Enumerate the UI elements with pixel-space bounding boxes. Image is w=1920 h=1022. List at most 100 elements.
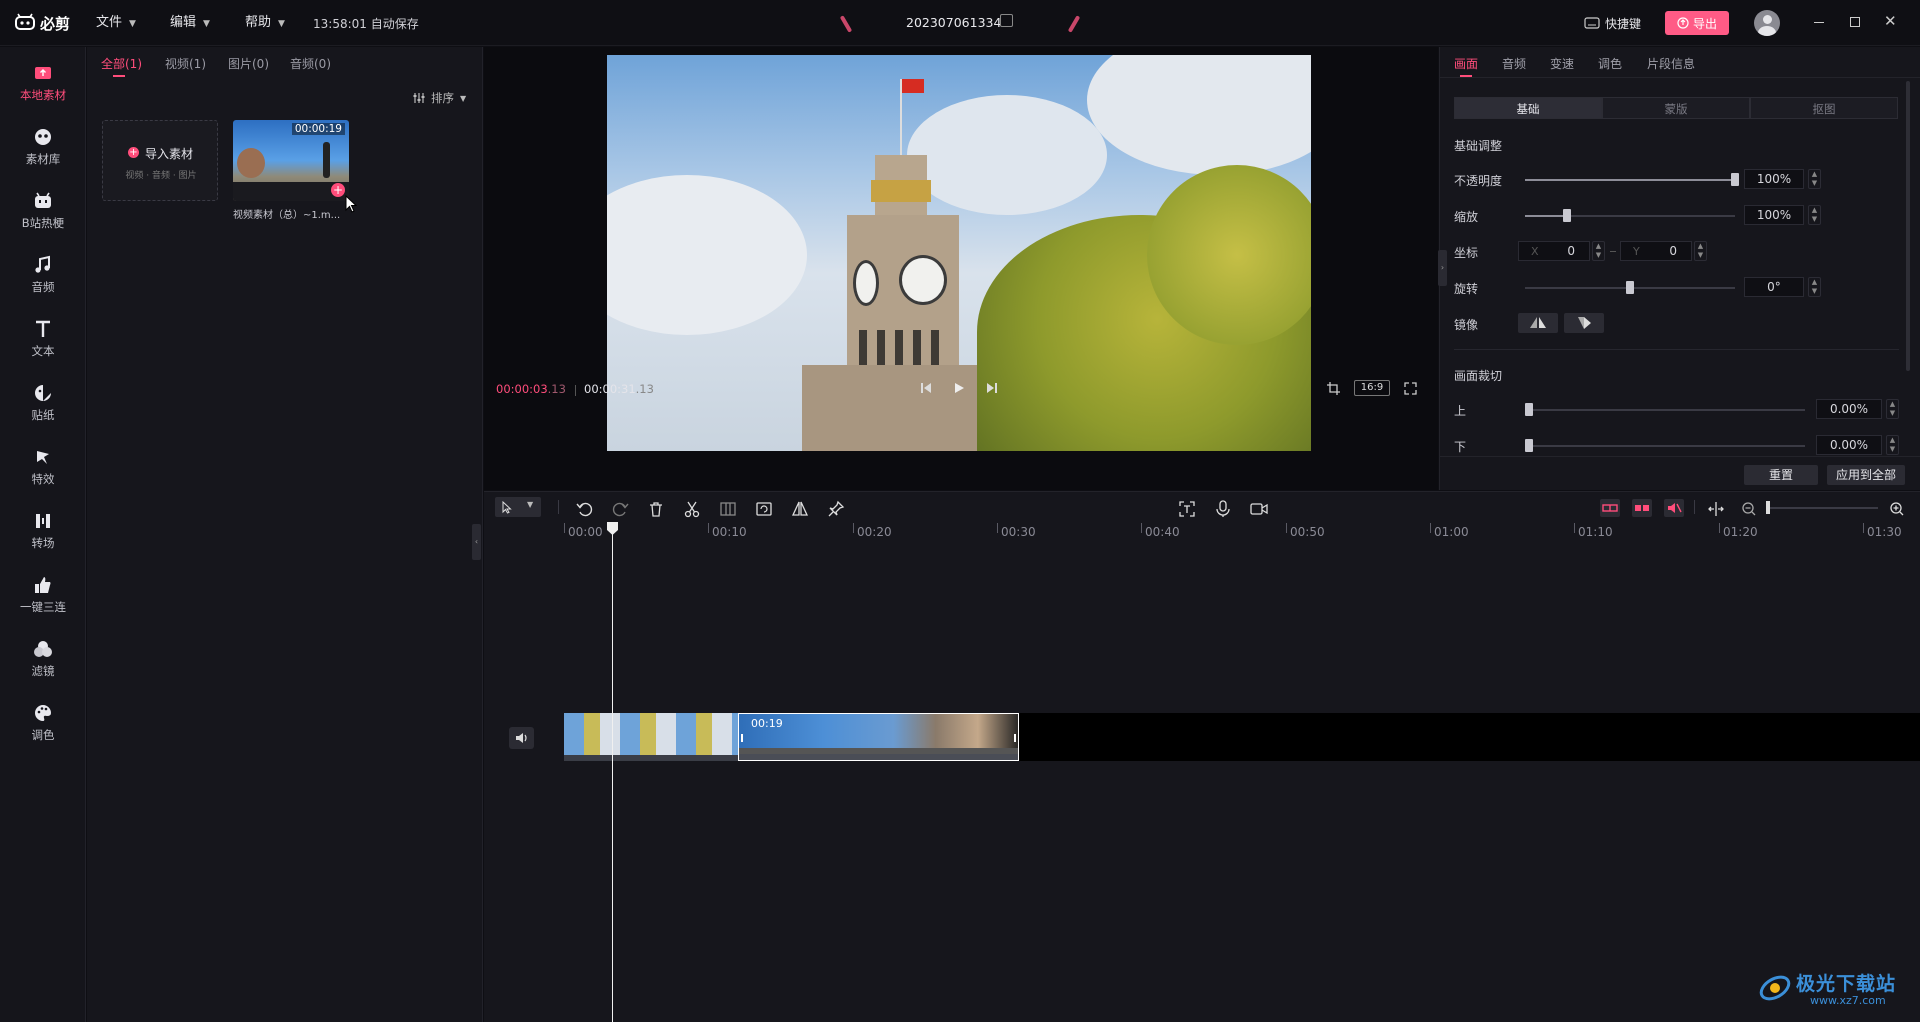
rotate-slider-handle[interactable]	[1626, 281, 1634, 294]
timeline-ruler[interactable]: 00:00 00:10 00:20 00:30 00:40 00:50 01:0…	[484, 521, 1920, 539]
zoom-slider[interactable]	[1766, 501, 1878, 514]
sidebar-item-bilibili[interactable]: B站热梗	[0, 185, 86, 245]
freeze-frame-icon[interactable]	[718, 499, 738, 519]
sidebar-item-effects[interactable]: 特效	[0, 441, 86, 501]
sidebar-item-triple[interactable]: 一键三连	[0, 569, 86, 629]
opacity-stepper[interactable]: ▲ ▼	[1808, 169, 1821, 189]
tab-clip-info[interactable]: 片段信息	[1647, 55, 1695, 72]
auto-caption-icon[interactable]	[1177, 499, 1197, 519]
zoom-out-icon[interactable]	[1739, 499, 1759, 519]
scale-slider-handle[interactable]	[1563, 209, 1571, 222]
scale-stepper[interactable]: ▲ ▼	[1808, 205, 1821, 225]
delete-icon[interactable]	[646, 499, 666, 519]
crop-top-slider[interactable]	[1525, 403, 1805, 416]
menu-help[interactable]: 帮助 ▼	[245, 0, 285, 46]
sidebar-item-audio[interactable]: 音频	[0, 249, 86, 309]
fit-timeline-icon[interactable]	[1706, 499, 1726, 519]
zoom-slider-handle[interactable]	[1766, 501, 1770, 514]
rotate-stepper[interactable]: ▲ ▼	[1808, 277, 1821, 297]
audio-link-button[interactable]	[1664, 499, 1684, 517]
pin-icon[interactable]	[826, 499, 846, 519]
scale-slider[interactable]	[1525, 209, 1735, 222]
crop-top-stepper[interactable]: ▲ ▼	[1886, 399, 1899, 419]
apply-all-button[interactable]: 应用到全部	[1827, 465, 1905, 485]
tab-speed[interactable]: 变速	[1550, 55, 1574, 72]
tab-image[interactable]: 图片(0)	[228, 55, 269, 72]
collapse-properties-handle[interactable]: ›	[1438, 250, 1447, 286]
sidebar-item-text[interactable]: 文本	[0, 313, 86, 373]
reset-button[interactable]: 重置	[1744, 465, 1818, 485]
tab-audio[interactable]: 音频(0)	[290, 55, 331, 72]
avatar[interactable]	[1754, 10, 1780, 36]
snap-button[interactable]	[1632, 499, 1652, 517]
tab-audio-props[interactable]: 音频	[1502, 55, 1526, 72]
crop-bottom-stepper[interactable]: ▲ ▼	[1886, 435, 1899, 455]
main-track-magnet-button[interactable]	[1600, 499, 1620, 517]
tab-color-grade[interactable]: 调色	[1598, 55, 1622, 72]
aspect-ratio-button[interactable]: 16:9	[1354, 380, 1390, 396]
mirror-horizontal-button[interactable]	[1518, 313, 1558, 333]
scale-value[interactable]: 100%	[1744, 205, 1804, 225]
x-field[interactable]: X 0	[1518, 241, 1590, 261]
y-field[interactable]: Y 0	[1620, 241, 1692, 261]
track-clip-2-selected[interactable]: 00:19	[738, 713, 1019, 761]
clip-left-trim-handle[interactable]	[741, 734, 743, 742]
redo-icon[interactable]	[610, 499, 630, 519]
track-mute-button[interactable]	[509, 727, 534, 749]
menu-edit[interactable]: 编辑 ▼	[170, 0, 210, 46]
zoom-in-icon[interactable]	[1887, 499, 1907, 519]
reverse-icon[interactable]	[754, 499, 774, 519]
split-icon[interactable]	[682, 499, 702, 519]
select-tool-button[interactable]: ▼	[495, 497, 541, 517]
rename-icon[interactable]	[1000, 14, 1013, 27]
sidebar-item-color[interactable]: 调色	[0, 697, 86, 757]
maximize-button[interactable]	[1850, 17, 1860, 27]
microphone-icon[interactable]	[1213, 499, 1233, 519]
crop-bottom-slider-handle[interactable]	[1525, 439, 1533, 452]
camera-record-icon[interactable]	[1249, 499, 1269, 519]
minimize-button[interactable]	[1814, 22, 1824, 23]
rotate-slider[interactable]	[1525, 281, 1735, 294]
track-clip-1[interactable]	[564, 713, 738, 761]
tab-picture[interactable]: 画面	[1454, 55, 1478, 72]
y-stepper[interactable]: ▲ ▼	[1694, 241, 1707, 261]
opacity-slider-handle[interactable]	[1731, 173, 1739, 186]
rotate-value[interactable]: 0°	[1744, 277, 1804, 297]
playhead-handle[interactable]	[607, 522, 618, 535]
segment-cutout[interactable]: 抠图	[1750, 97, 1898, 119]
sidebar-item-library[interactable]: 素材库	[0, 121, 86, 181]
tab-video[interactable]: 视频(1)	[165, 55, 206, 72]
media-clip-card[interactable]: 00:00:19 +	[233, 120, 349, 201]
x-stepper[interactable]: ▲ ▼	[1592, 241, 1605, 261]
sidebar-item-sticker[interactable]: 贴纸	[0, 377, 86, 437]
mirror-vertical-button[interactable]	[1564, 313, 1604, 333]
sidebar-item-local-media[interactable]: 本地素材	[0, 57, 86, 117]
mirror-tool-icon[interactable]	[790, 499, 810, 519]
play-icon[interactable]	[953, 382, 965, 394]
sidebar-item-transition[interactable]: 转场	[0, 505, 86, 565]
opacity-slider[interactable]	[1525, 173, 1739, 186]
crop-top-value[interactable]: 0.00%	[1816, 399, 1882, 419]
tab-all[interactable]: 全部(1)	[101, 55, 142, 72]
clip-right-trim-handle[interactable]	[1014, 734, 1016, 742]
import-media-button[interactable]: + 导入素材 视频 · 音频 · 图片	[102, 120, 218, 201]
undo-icon[interactable]	[575, 499, 595, 519]
crop-top-slider-handle[interactable]	[1525, 403, 1533, 416]
props-scrollbar[interactable]	[1906, 81, 1910, 371]
project-name[interactable]: 202307061334	[906, 15, 1001, 30]
add-to-track-icon[interactable]: +	[331, 183, 345, 197]
next-frame-icon[interactable]	[986, 382, 998, 394]
app-logo[interactable]: 必剪	[14, 12, 70, 34]
opacity-value[interactable]: 100%	[1744, 169, 1804, 189]
export-button[interactable]: 导出	[1665, 11, 1729, 35]
sort-button[interactable]: 排序 ▼	[413, 90, 466, 106]
close-button[interactable]: ✕	[1884, 12, 1897, 30]
menu-file[interactable]: 文件 ▼	[96, 0, 136, 46]
segment-basic[interactable]: 基础	[1454, 97, 1602, 119]
shortcut-button[interactable]: 快捷键	[1584, 13, 1641, 33]
segment-mask[interactable]: 蒙版	[1602, 97, 1750, 119]
fullscreen-icon[interactable]	[1404, 382, 1417, 395]
sidebar-item-filter[interactable]: 滤镜	[0, 633, 86, 693]
crop-bottom-slider[interactable]	[1525, 439, 1805, 452]
crop-icon[interactable]	[1327, 382, 1340, 395]
